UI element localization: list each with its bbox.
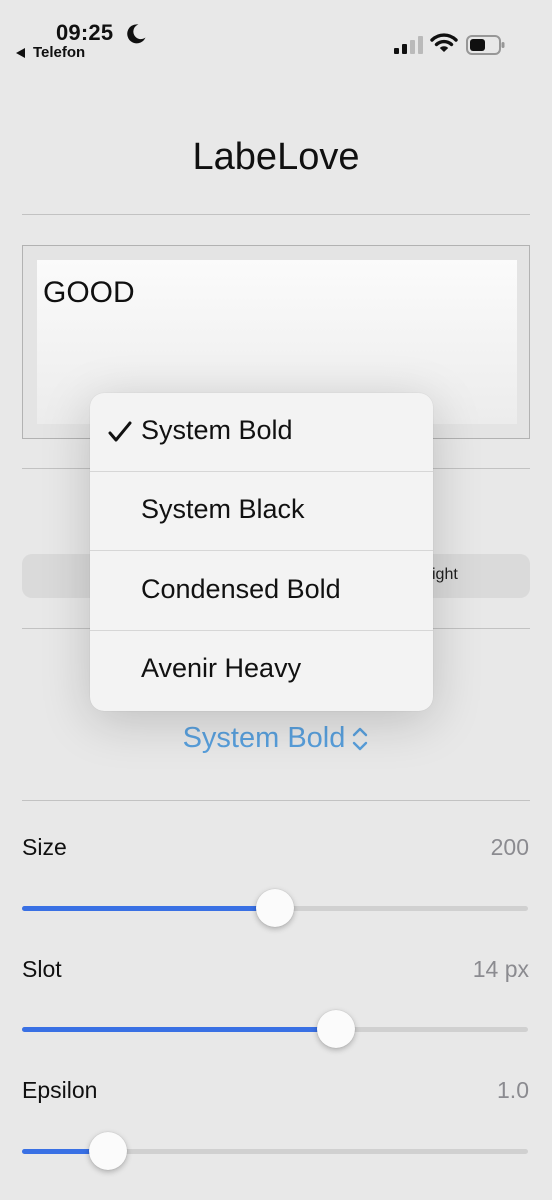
- menu-item-avenir-heavy[interactable]: Avenir Heavy: [90, 631, 433, 710]
- menu-item-label: Condensed Bold: [141, 574, 341, 604]
- menu-item-label: Avenir Heavy: [141, 653, 302, 683]
- menu-item-label: System Bold: [141, 415, 293, 445]
- font-menu: System Bold System Black Condensed Bold …: [90, 393, 433, 711]
- menu-item-system-black[interactable]: System Black: [90, 472, 433, 551]
- checkmark-icon: [108, 421, 132, 442]
- menu-item-label: System Black: [141, 494, 305, 524]
- app-screen: 09:25 Telefon LabeLove GOOD ight System …: [0, 0, 552, 1200]
- menu-item-condensed-bold[interactable]: Condensed Bold: [90, 552, 433, 631]
- menu-item-system-bold[interactable]: System Bold: [90, 393, 433, 472]
